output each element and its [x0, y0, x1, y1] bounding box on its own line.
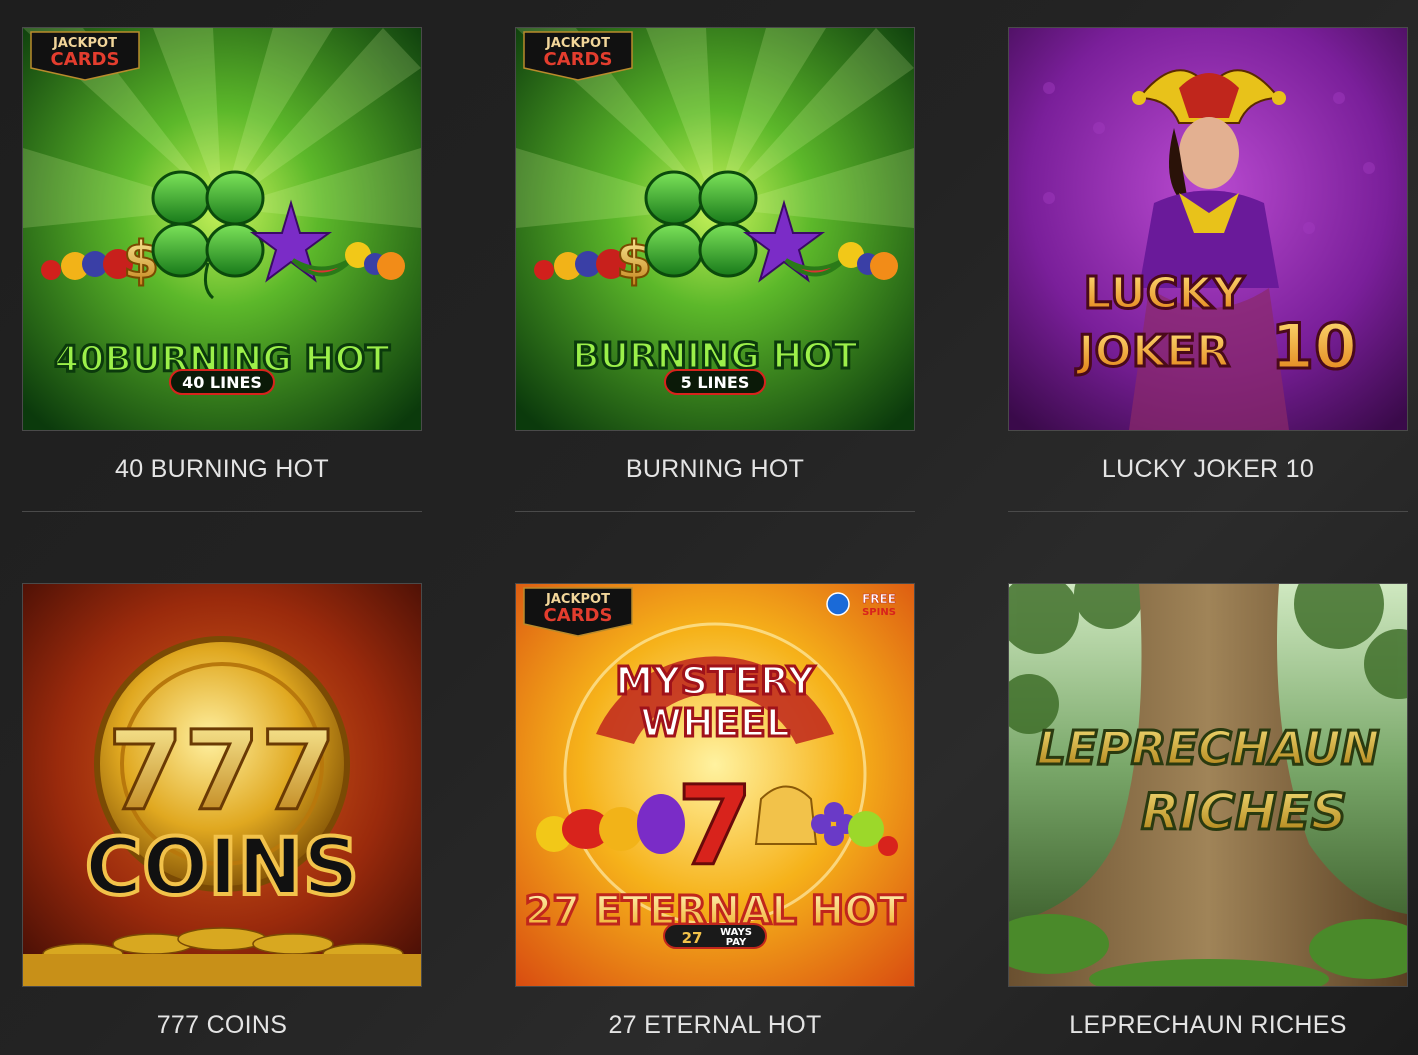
game-thumbnail-777-coins[interactable]: 777 COINS [22, 583, 422, 987]
art-title-number: 10 [1271, 310, 1357, 383]
game-thumbnail-40-burning-hot[interactable]: $ 40BURNING HOT 40 LINES JACKPOT CARDS [22, 27, 422, 431]
pay-label: PAY [726, 937, 747, 948]
game-title[interactable]: 27 ETERNAL HOT [515, 1011, 915, 1040]
art-title-mystery: MYSTERY [615, 659, 815, 703]
game-art-leprechaun-riches: LEPRECHAUN RICHES [1009, 584, 1407, 986]
art-title-777: 777 [107, 707, 337, 835]
cards-label: CARDS [544, 605, 613, 626]
game-title[interactable]: 777 COINS [22, 1011, 422, 1040]
art-title-riches: RICHES [1141, 783, 1347, 841]
art-title-coins: COINS [85, 823, 359, 913]
art-title-leprechaun: LEPRECHAUN [1037, 721, 1380, 775]
divider [1008, 511, 1408, 512]
game-thumbnail-leprechaun-riches[interactable]: LEPRECHAUN RICHES [1008, 583, 1408, 987]
game-art-lucky-joker-10: LUCKY JOKER 10 [1009, 28, 1407, 430]
game-art-777-coins: 777 COINS [23, 584, 421, 986]
game-title[interactable]: 40 BURNING HOT [22, 455, 422, 484]
cards-label: CARDS [51, 49, 120, 70]
divider [515, 511, 915, 512]
game-title[interactable]: BURNING HOT [515, 455, 915, 484]
art-title-lucky: LUCKY [1084, 268, 1246, 319]
lines-badge: 40 LINES [182, 373, 262, 392]
game-thumbnail-27-eternal-hot[interactable]: MYSTERY WHEEL 7 27 ETERNAL HOT 27 WAYS P… [515, 583, 915, 987]
game-thumbnail-lucky-joker-10[interactable]: LUCKY JOKER 10 [1008, 27, 1408, 431]
cards-label: CARDS [544, 49, 613, 70]
game-art-27-eternal-hot: MYSTERY WHEEL 7 27 ETERNAL HOT 27 WAYS P… [516, 584, 914, 986]
free-spins-icon [826, 592, 850, 616]
lines-badge: 5 LINES [681, 373, 750, 392]
art-title-wheel: WHEEL [640, 701, 790, 745]
game-title[interactable]: LUCKY JOKER 10 [1008, 455, 1408, 484]
free-label: FREE [862, 592, 896, 606]
game-title[interactable]: LEPRECHAUN RICHES [1008, 1011, 1408, 1040]
game-thumbnail-burning-hot[interactable]: $ BURNING HOT 5 LINES JACKPOT CARDS [515, 27, 915, 431]
divider [22, 511, 422, 512]
game-art-40-burning-hot: $ 40BURNING HOT 40 LINES JACKPOT CARDS [23, 28, 421, 430]
spins-label: SPINS [862, 607, 896, 618]
ways-number: 27 [682, 929, 703, 947]
svg-text:7: 7 [677, 762, 754, 890]
art-title-joker: JOKER [1075, 326, 1230, 377]
game-art-burning-hot: $ BURNING HOT 5 LINES JACKPOT CARDS [516, 28, 914, 430]
